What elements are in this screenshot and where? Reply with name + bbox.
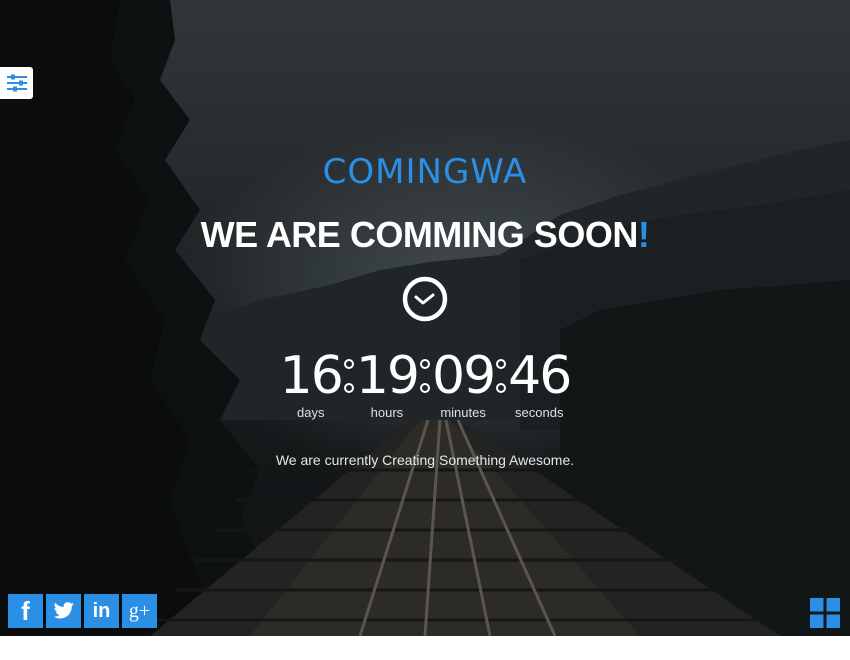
minutes-label: minutes xyxy=(440,405,486,420)
facebook-button[interactable]: f xyxy=(8,594,43,628)
tagline-text: We are currently Creating Something Awes… xyxy=(275,452,575,468)
social-links: f in g+ xyxy=(8,594,157,628)
countdown-timer: 16 days 19 hours 09 minutes 46 seconds xyxy=(0,346,850,420)
headline-accent: ! xyxy=(637,214,650,255)
hours-label: hours xyxy=(370,405,404,420)
google-plus-button[interactable]: g+ xyxy=(122,594,157,628)
seconds-value: 46 xyxy=(508,346,572,406)
google-plus-icon: g+ xyxy=(128,599,151,622)
countdown-minutes: 09 minutes xyxy=(432,346,496,420)
countdown-seconds: 46 seconds xyxy=(508,346,572,420)
time-separator xyxy=(494,346,508,406)
linkedin-button[interactable]: in xyxy=(84,594,119,628)
days-value: 16 xyxy=(279,346,344,406)
time-separator xyxy=(418,346,432,406)
twitter-icon xyxy=(53,602,74,619)
seconds-label: seconds xyxy=(515,405,564,420)
days-label: days xyxy=(297,405,325,420)
hours-value: 19 xyxy=(355,346,420,406)
time-separator xyxy=(342,346,356,406)
countdown-hours: 19 hours xyxy=(355,346,420,420)
settings-toggle-button[interactable] xyxy=(0,67,33,99)
countdown-days: 16 days xyxy=(279,346,344,420)
twitter-button[interactable] xyxy=(46,594,81,628)
brand-logo: COMINGWA xyxy=(322,152,528,192)
page-headline: WE ARE COMMING SOON! xyxy=(0,214,850,256)
facebook-icon: f xyxy=(21,595,30,626)
grid-icon[interactable] xyxy=(810,598,840,628)
sliders-icon xyxy=(6,74,27,92)
linkedin-icon: in xyxy=(92,599,111,622)
clock-icon xyxy=(402,276,448,322)
headline-text: WE ARE COMMING SOON xyxy=(200,214,639,255)
minutes-value: 09 xyxy=(432,346,496,406)
